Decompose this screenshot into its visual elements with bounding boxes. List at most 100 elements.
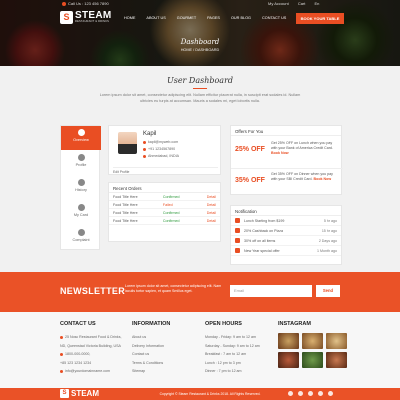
order-detail-link[interactable]: Detail <box>207 195 216 199</box>
menu-item-card[interactable]: My Card <box>61 201 101 225</box>
profile-city: Ahmedabad, INDIA <box>148 154 179 158</box>
recent-orders-panel: Recent Orders Food Title Here Confirmed De… <box>108 182 221 242</box>
notification-row[interactable]: New Year special offer 1 Month ago <box>231 246 341 256</box>
page-description: Lorem ipsum dolor sit amet, consectetur … <box>99 93 301 103</box>
twitter-icon[interactable] <box>298 391 303 396</box>
hours-line: Monday - Friday: 9 am to 12 am <box>205 335 256 339</box>
menu-item-complaint[interactable]: Complaint <box>61 226 101 250</box>
nav-pages[interactable]: PAGES <box>207 16 220 20</box>
hero-title: Dashboard <box>180 38 220 46</box>
hours-line: Saturday - Sunday: 9 am to 12 am <box>205 343 260 348</box>
title-divider <box>193 88 207 89</box>
footer-link[interactable]: Delivery Information <box>132 342 170 351</box>
order-item: Food Title Here <box>113 218 138 223</box>
order-detail-link[interactable]: Detail <box>207 211 216 215</box>
order-status: Confirmed <box>162 194 180 199</box>
logo-icon: S <box>60 389 69 399</box>
main-nav: HOME ABOUT US GOURMET PAGES OUR BLOG CON… <box>124 16 286 20</box>
notification-row[interactable]: 30% off on all items 2 Days ago <box>231 236 341 246</box>
instagram-photo[interactable] <box>326 333 347 349</box>
order-row: Food Title Here Confirmed Detail <box>109 193 220 201</box>
footer-link[interactable]: Sitemap <box>132 367 170 376</box>
instagram-photo[interactable] <box>278 352 299 368</box>
menu-item-history[interactable]: History <box>61 176 101 200</box>
instagram-photo[interactable] <box>302 333 323 349</box>
offer-card: 25% OFF Get 25% OFF on Lunch when you pa… <box>231 138 343 166</box>
location-icon <box>60 335 63 339</box>
logo-icon: S <box>60 11 73 24</box>
edit-profile-link[interactable]: Edit Profile <box>113 167 218 174</box>
phone-line: 1800-000-0000, <box>65 352 91 356</box>
location-icon <box>143 154 146 158</box>
nav-contact[interactable]: CONTACT US <box>262 16 286 20</box>
profile-phone: +91 1234567890 <box>148 147 176 151</box>
page-title: User Dashboard <box>166 76 234 85</box>
nav-about[interactable]: ABOUT US <box>146 16 165 20</box>
notification-time: 2 Days ago <box>318 238 337 243</box>
instagram-photo[interactable] <box>302 352 323 368</box>
nav-home[interactable]: HOME <box>124 16 135 20</box>
offer-description: Get 25% OFF on Lunch when you pay with y… <box>271 141 333 150</box>
menu-item-label: Complaint <box>72 238 90 242</box>
notification-text: 30% off on all items <box>244 238 276 243</box>
notification-row[interactable]: 20% Cashback on Pizza 15 hr ago <box>231 226 341 236</box>
footer-phone-2: +85 123 1234 1234 <box>60 360 92 365</box>
pinterest-icon[interactable] <box>318 391 323 396</box>
notification-time: 1 Month ago <box>317 248 337 253</box>
hero-banner: Call Us : 123 456 7890 My Account Cart E… <box>0 0 400 66</box>
instagram-icon[interactable] <box>328 391 333 396</box>
footer-link[interactable]: About us <box>132 333 170 342</box>
footer-hours: OPEN HOURS Monday - Friday: 9 am to 12 a… <box>205 321 260 376</box>
logo-subtitle: RESTAURANT & DRINKS <box>75 20 110 23</box>
logo[interactable]: S STEAM RESTAURANT & DRINKS <box>60 10 114 25</box>
hours-line: Breakfast : 7 am to 12 am <box>205 352 247 356</box>
order-item: Food Title Here <box>113 202 138 207</box>
instagram-photo[interactable] <box>278 333 299 349</box>
footer-email[interactable]: info@yourdomainname.com <box>60 367 122 376</box>
email-icon <box>60 369 63 373</box>
hours-line: Lunch : 12 pm to 3 pm <box>205 360 241 365</box>
dashboard-icon <box>77 129 85 136</box>
footer-instagram: INSTAGRAM <box>278 321 347 368</box>
cart-link[interactable]: Cart <box>298 1 306 6</box>
topbar: Call Us : 123 456 7890 My Account Cart E… <box>0 0 400 8</box>
language-link[interactable]: En <box>315 1 320 6</box>
newsletter-section: NEWSLETTER Lorem ipsum dolor sit amet, c… <box>0 272 400 312</box>
order-row: Food Title Here Confirmed Detail <box>109 217 220 225</box>
order-row: Food Title Here Confirmed Detail <box>109 209 220 217</box>
avatar <box>118 132 137 154</box>
order-detail-link[interactable]: Detail <box>207 219 216 223</box>
footer-logo[interactable]: S STEAM <box>60 389 99 399</box>
notification-icon <box>235 248 240 253</box>
newsletter-description: Lorem ipsum dolor sit amet, consectetur … <box>125 284 222 293</box>
book-now-link[interactable]: Book Now <box>271 151 289 155</box>
newsletter-title: NEWSLETTER <box>60 286 125 296</box>
bottom-bar: S STEAM Copyright © Steam Restaurant & Dr… <box>0 388 400 400</box>
offer-text: Get 25% OFF on Lunch when you pay with y… <box>271 141 339 156</box>
facebook-icon[interactable] <box>288 391 293 396</box>
nav-blog[interactable]: OUR BLOG <box>231 16 251 20</box>
notification-panel: Notification Lunch Starting from $199 5 h… <box>230 205 342 265</box>
newsletter-email-input[interactable]: Email <box>230 285 312 297</box>
footer-link[interactable]: Contact us <box>132 350 170 359</box>
nav-gourmet[interactable]: GOURMET <box>177 16 196 20</box>
phone-icon <box>60 352 63 356</box>
footer-link[interactable]: Terms & Conditions <box>132 359 170 368</box>
notification-heading: Notification <box>231 206 341 216</box>
newsletter-send-button[interactable]: Send <box>316 285 340 297</box>
book-now-link[interactable]: Book Now <box>314 177 332 181</box>
menu-item-profile[interactable]: Profile <box>61 151 101 175</box>
footer-information-title: INFORMATION <box>132 321 171 327</box>
google-plus-icon[interactable] <box>308 391 313 396</box>
notification-row[interactable]: Lunch Starting from $199 5 hr ago <box>231 216 341 226</box>
order-status: Failed <box>162 202 173 207</box>
book-table-button[interactable]: BOOK YOUR TABLE <box>296 13 344 24</box>
footer-address: 25 Nosc Restaurant Food & Drinks, <box>60 333 122 342</box>
card-icon <box>77 204 85 211</box>
instagram-photo[interactable] <box>326 352 347 368</box>
footer-information: INFORMATION About us Delivery Informatio… <box>132 321 170 376</box>
menu-item-overview[interactable]: Overview <box>61 126 101 150</box>
edit-profile-label: Edit Profile <box>113 170 130 174</box>
my-account-link[interactable]: My Account <box>268 1 289 6</box>
order-detail-link[interactable]: Detail <box>207 203 216 207</box>
